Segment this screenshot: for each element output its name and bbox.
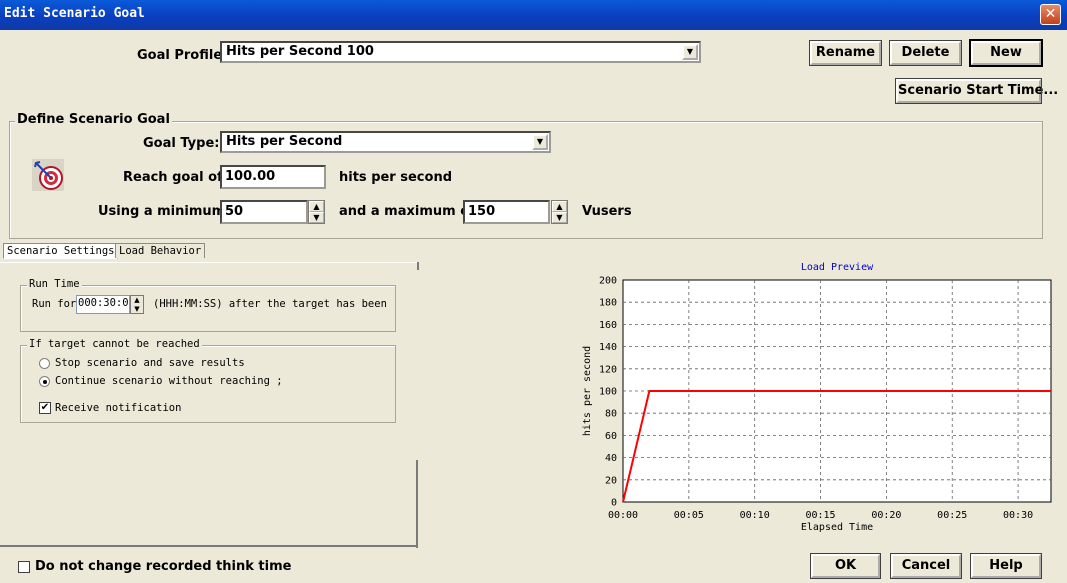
chevron-down-icon[interactable]: ▼ — [682, 44, 698, 60]
tab-panel-edge — [417, 262, 419, 270]
goal-type-select[interactable]: Hits per Second ▼ — [220, 131, 551, 153]
load-preview-chart: 0 20 40 60 80 100 120 140 160 180 200 00:00 00:05 00:… — [582, 262, 1052, 533]
x-tick-label: 00:00 — [608, 510, 638, 521]
y-tick-label: 40 — [605, 453, 617, 464]
x-tick-label: 00:10 — [740, 510, 770, 521]
define-goal-title: Define Scenario Goal — [15, 112, 172, 127]
vusers-label: Vusers — [582, 204, 632, 219]
spin-down-icon[interactable]: ▼ — [131, 305, 143, 313]
tab-divider — [0, 262, 418, 263]
max-vusers-label: and a maximum of — [339, 204, 475, 219]
x-tick-label: 00:15 — [805, 510, 835, 521]
x-tick-label: 00:25 — [937, 510, 967, 521]
stop-scenario-radio[interactable] — [39, 358, 50, 369]
run-time-title: Run Time — [27, 278, 82, 290]
y-tick-label: 0 — [611, 498, 617, 509]
goal-profile-label: Goal Profile — [137, 48, 223, 63]
help-button[interactable]: Help — [970, 553, 1042, 579]
delete-button[interactable]: Delete — [889, 40, 962, 66]
tab-load-behavior[interactable]: Load Behavior — [115, 243, 206, 258]
chevron-down-icon[interactable]: ▼ — [532, 134, 548, 150]
y-tick-label: 200 — [599, 276, 617, 287]
reach-goal-label: Reach goal of — [123, 170, 223, 185]
y-tick-label: 140 — [599, 342, 617, 353]
run-for-spinner[interactable]: ▲ ▼ — [130, 295, 144, 314]
y-tick-label: 60 — [605, 431, 617, 442]
max-vusers-spinner[interactable]: ▲ ▼ — [551, 200, 568, 224]
target-icon — [32, 159, 64, 191]
receive-notification-checkbox[interactable]: ✔ — [39, 402, 51, 414]
title-bar: Edit Scenario Goal ✕ — [0, 0, 1067, 30]
tab-panel-bottom-border — [0, 545, 418, 547]
x-axis-label: Elapsed Time — [801, 522, 873, 533]
spin-up-icon[interactable]: ▲ — [131, 296, 143, 305]
spin-up-icon[interactable]: ▲ — [552, 201, 567, 212]
spin-down-icon[interactable]: ▼ — [309, 212, 324, 223]
continue-scenario-radio[interactable] — [39, 376, 50, 387]
min-vusers-input[interactable]: 50 — [220, 200, 308, 224]
y-tick-label: 100 — [599, 387, 617, 398]
spin-up-icon[interactable]: ▲ — [309, 201, 324, 212]
y-tick-label: 180 — [599, 298, 617, 309]
chart-title: Load Preview — [801, 262, 874, 273]
goal-profile-value: Hits per Second 100 — [226, 44, 374, 59]
y-tick-label: 80 — [605, 409, 617, 420]
x-tick-label: 00:05 — [674, 510, 704, 521]
receive-notification-label: Receive notification — [55, 402, 182, 414]
close-icon[interactable]: ✕ — [1040, 4, 1061, 25]
rename-button[interactable]: Rename — [809, 40, 882, 66]
goal-type-label: Goal Type: — [143, 136, 220, 151]
goal-type-value: Hits per Second — [226, 134, 343, 149]
min-vusers-label: Using a minimum — [98, 204, 226, 219]
x-tick-label: 00:30 — [1003, 510, 1033, 521]
new-button[interactable]: New — [969, 39, 1043, 67]
think-time-label: Do not change recorded think time — [35, 559, 292, 574]
tab-scenario-settings[interactable]: Scenario Settings — [3, 243, 119, 259]
run-for-input[interactable]: 000:30:0 — [76, 295, 130, 314]
continue-scenario-label: Continue scenario without reaching ; — [55, 375, 283, 387]
reach-goal-input[interactable]: 100.00 — [220, 165, 326, 189]
max-vusers-input[interactable]: 150 — [463, 200, 550, 224]
scenario-start-time-button[interactable]: Scenario Start Time... — [895, 78, 1058, 104]
run-for-format: (HHH:MM:SS) after the target has been — [153, 298, 387, 310]
reach-goal-unit: hits per second — [339, 170, 453, 185]
goal-profile-select[interactable]: Hits per Second 100 ▼ — [220, 41, 701, 63]
x-tick-label: 00:20 — [871, 510, 901, 521]
y-tick-label: 160 — [599, 320, 617, 331]
spin-down-icon[interactable]: ▼ — [552, 212, 567, 223]
y-tick-label: 120 — [599, 364, 617, 375]
target-unreached-title: If target cannot be reached — [27, 338, 202, 350]
think-time-checkbox[interactable] — [18, 561, 30, 573]
stop-scenario-label: Stop scenario and save results — [55, 357, 245, 369]
ok-button[interactable]: OK — [810, 553, 881, 579]
y-tick-label: 20 — [605, 475, 617, 486]
window-title: Edit Scenario Goal — [4, 6, 145, 21]
min-vusers-spinner[interactable]: ▲ ▼ — [308, 200, 325, 224]
cancel-button[interactable]: Cancel — [890, 553, 962, 579]
run-for-label: Run for — [32, 298, 77, 310]
y-axis-label: hits per second — [582, 346, 593, 436]
tab-panel-right-border — [416, 460, 418, 548]
